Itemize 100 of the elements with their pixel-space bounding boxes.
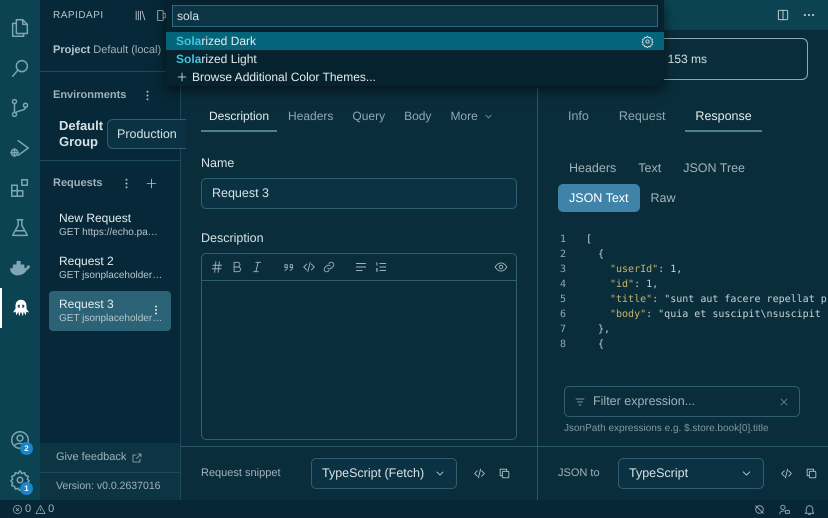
field-label: Description <box>201 230 265 247</box>
search-field[interactable]: sola <box>172 5 658 27</box>
line-number: 8 <box>560 338 568 352</box>
code-line: { <box>597 338 604 352</box>
field-label: Request snippet <box>201 466 282 482</box>
extensions-icon[interactable] <box>9 177 31 199</box>
request-name: Request 2 <box>59 254 114 269</box>
tab[interactable]: More <box>442 102 502 132</box>
link-icon[interactable] <box>322 260 336 274</box>
document-icon[interactable] <box>155 8 168 22</box>
request-item[interactable]: Request 3 GET jsonplaceholder… <box>49 291 171 331</box>
request-url: GET https://echo.pa… <box>59 226 159 239</box>
name-field[interactable]: Request 3 <box>201 178 517 209</box>
line-number: 2 <box>560 248 568 262</box>
split-editor-icon[interactable] <box>776 8 790 22</box>
line-number: 4 <box>560 278 568 292</box>
code-line: "userId": 1, <box>609 263 682 277</box>
hint-text: JsonPath expressions e.g. $.store.book[0].title <box>564 422 770 436</box>
broadcast-icon[interactable] <box>753 502 766 516</box>
tab[interactable]: Response <box>685 102 762 132</box>
notification-badge: 1 <box>20 482 33 495</box>
tab[interactable]: Request <box>608 102 676 132</box>
line-number: 3 <box>560 263 568 277</box>
request-name: Request 3 <box>59 297 114 312</box>
request-item[interactable]: New Request GET https://echo.pa… <box>49 205 171 245</box>
project-label: Project <box>53 43 90 58</box>
copy-icon[interactable] <box>805 467 818 480</box>
tab[interactable]: Body <box>396 102 440 132</box>
gear-icon[interactable] <box>9 469 31 491</box>
view-tab[interactable]: Raw <box>640 184 687 212</box>
response-time: 153 ms <box>668 51 707 68</box>
plus-icon[interactable] <box>145 176 158 190</box>
browse-themes-item[interactable]: Browse Additional Color Themes... <box>166 68 664 86</box>
field-label: JSON to <box>558 466 598 482</box>
section-header: Environments <box>53 88 126 103</box>
request-url: GET jsonplaceholder… <box>59 312 164 325</box>
request-url: GET jsonplaceholder… <box>59 269 164 282</box>
branch-icon[interactable] <box>9 97 31 119</box>
play-bug-icon[interactable] <box>9 137 31 159</box>
italic-icon[interactable] <box>250 260 264 274</box>
theme-name: Solarized Light <box>176 51 258 68</box>
request-item[interactable]: Request 2 GET jsonplaceholder… <box>49 248 171 288</box>
select-value: TypeScript <box>629 465 688 482</box>
view-tab[interactable]: JSON Text <box>558 184 640 212</box>
error-count[interactable]: 0 <box>25 500 32 518</box>
theme-name: Solarized Dark <box>176 33 258 50</box>
theme-item[interactable]: Solarized Dark <box>166 32 664 50</box>
account-icon[interactable] <box>9 429 31 451</box>
hash-icon[interactable] <box>210 260 224 274</box>
code-line: [ <box>586 233 592 247</box>
plus-icon <box>176 71 188 83</box>
project-name: Default (local) <box>93 43 162 58</box>
request-name: New Request <box>59 211 132 226</box>
code-line: }, <box>597 323 610 337</box>
line-number: 1 <box>560 233 568 247</box>
field-label: Name <box>201 155 236 172</box>
filter-field[interactable]: Filter expression... <box>564 386 800 417</box>
external-link-icon[interactable] <box>131 452 144 464</box>
line-number: 6 <box>560 308 568 322</box>
bell-icon[interactable] <box>803 502 816 516</box>
numbered-list-icon[interactable] <box>374 260 388 274</box>
tab[interactable]: Headers <box>280 102 342 132</box>
section-header: Requests <box>53 176 104 191</box>
warning-icon[interactable] <box>35 504 46 514</box>
language-select[interactable]: TypeScript (Fetch) <box>311 458 457 489</box>
close-icon[interactable] <box>778 396 790 408</box>
copy-icon[interactable] <box>498 467 511 480</box>
theme-item[interactable]: Solarized Light <box>166 50 664 68</box>
code-line: "title": "sunt aut facere repellat p <box>609 293 827 307</box>
view-tab[interactable]: JSON Tree <box>672 154 756 182</box>
view-tab[interactable]: Headers <box>558 154 628 182</box>
tab[interactable]: Description <box>201 102 278 132</box>
code-line: "id": 1, <box>609 278 658 292</box>
group-name: Default Group <box>59 118 103 150</box>
warning-count[interactable]: 0 <box>48 500 54 518</box>
flask-icon[interactable] <box>9 217 31 239</box>
sidebar-title: RAPIDAPI <box>53 8 105 22</box>
filter-input[interactable]: Filter expression... <box>593 392 771 411</box>
code-icon[interactable] <box>302 260 316 274</box>
filter-icon <box>574 396 586 408</box>
version-text: Version: v0.0.2637016 <box>56 478 160 494</box>
view-tab[interactable]: Text <box>627 154 672 182</box>
library-icon[interactable] <box>134 8 147 22</box>
code-line: { <box>597 248 604 262</box>
environment-select[interactable]: Production <box>107 119 186 149</box>
select-value: TypeScript (Fetch) <box>322 465 424 482</box>
language-select[interactable]: TypeScript <box>618 458 764 489</box>
tab[interactable]: Info <box>558 102 599 132</box>
error-icon[interactable] <box>12 504 23 514</box>
line-number: 5 <box>560 293 568 307</box>
code-icon[interactable] <box>473 467 486 480</box>
files-icon[interactable] <box>9 17 31 39</box>
person-chat-icon[interactable] <box>778 502 791 516</box>
code-icon[interactable] <box>780 467 793 480</box>
tab[interactable]: Query <box>344 102 394 132</box>
line-number: 7 <box>560 323 568 337</box>
eye-icon[interactable] <box>494 260 508 274</box>
search-icon[interactable] <box>9 57 31 79</box>
octopus-icon[interactable] <box>10 297 32 319</box>
notification-badge: 2 <box>20 442 33 455</box>
